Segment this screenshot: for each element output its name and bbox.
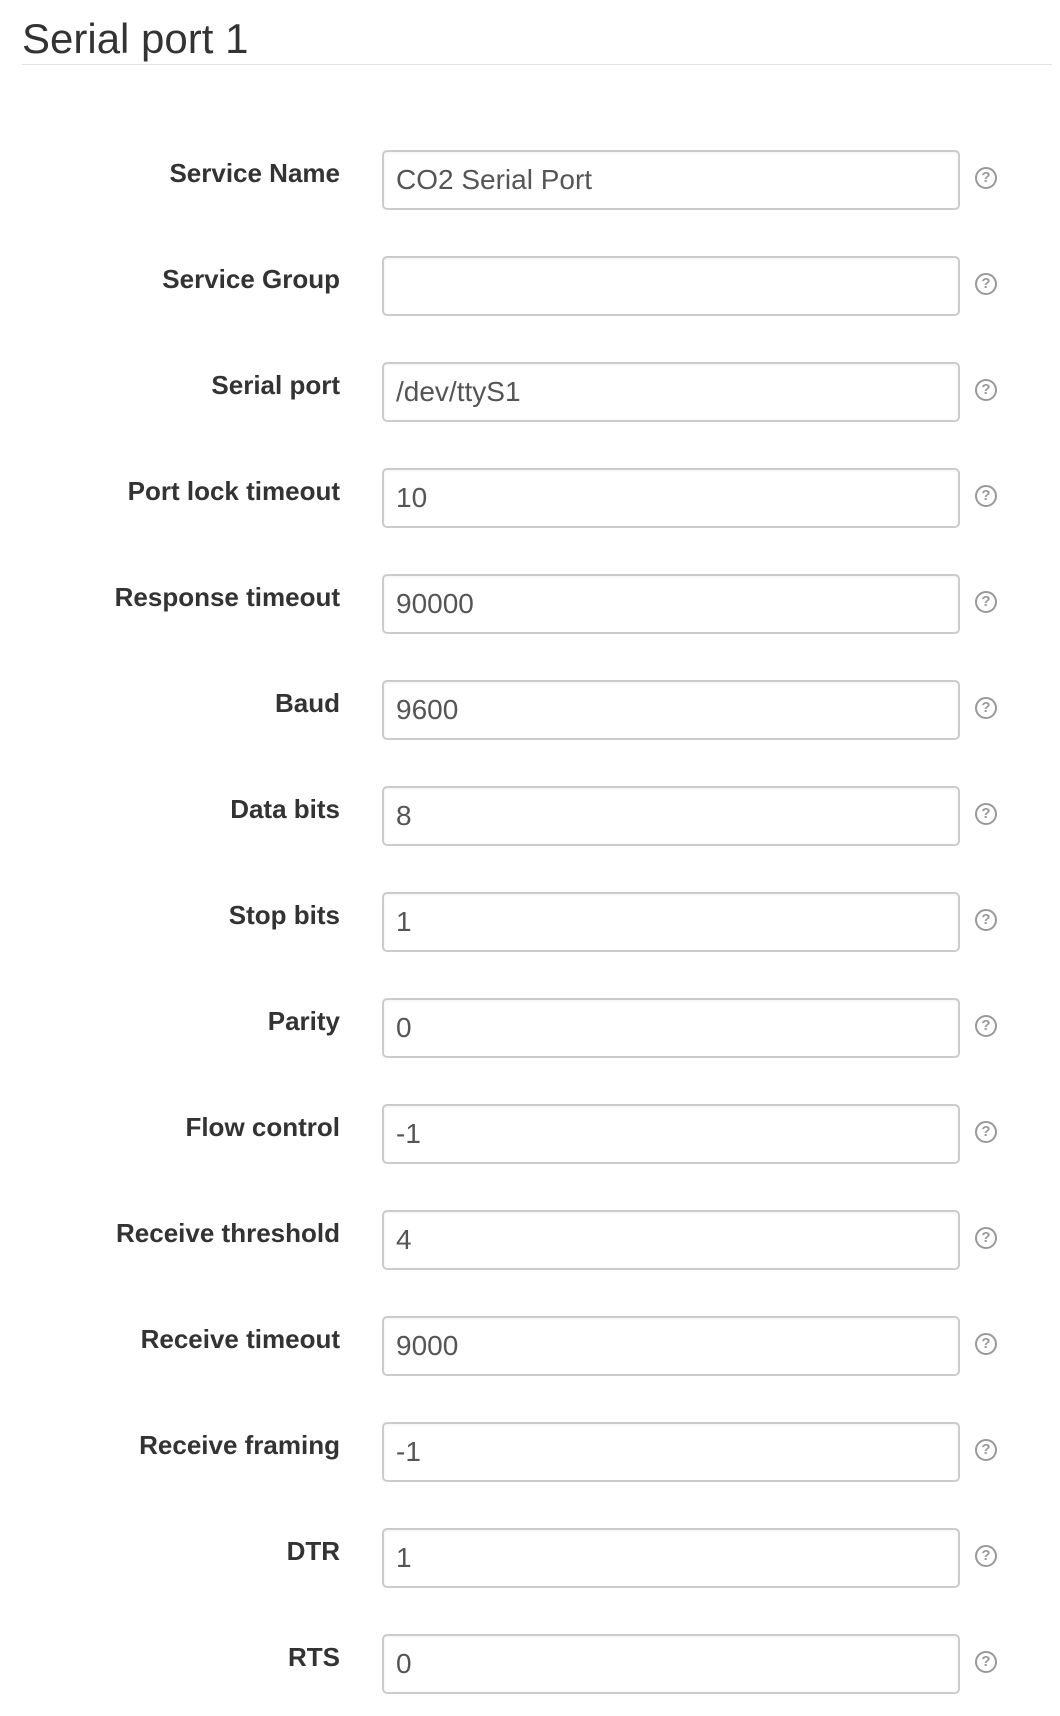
service-name-label: Service Name	[169, 158, 340, 188]
question-circle-icon[interactable]: ?	[975, 1545, 997, 1567]
question-circle-icon[interactable]: ?	[975, 591, 997, 613]
form-row-parity: Parity ?	[0, 998, 1060, 1058]
page-title: Serial port 1	[22, 15, 249, 62]
form-row-serial-port: Serial port ?	[0, 362, 1060, 422]
question-circle-icon[interactable]: ?	[975, 1651, 997, 1673]
question-circle-icon[interactable]: ?	[975, 1015, 997, 1037]
form-row-rts: RTS ?	[0, 1634, 1060, 1694]
stop-bits-label: Stop bits	[228, 900, 340, 930]
baud-input[interactable]	[382, 680, 960, 740]
form-row-stop-bits: Stop bits ?	[0, 892, 1060, 952]
form-row-port-lock-timeout: Port lock timeout ?	[0, 468, 1060, 528]
form-row-service-group: Service Group ?	[0, 256, 1060, 316]
question-circle-icon[interactable]: ?	[975, 909, 997, 931]
question-circle-icon[interactable]: ?	[975, 803, 997, 825]
serial-port-input[interactable]	[382, 362, 960, 422]
port-lock-timeout-label: Port lock timeout	[127, 476, 340, 506]
receive-framing-input[interactable]	[382, 1422, 960, 1482]
data-bits-input[interactable]	[382, 786, 960, 846]
flow-control-label: Flow control	[185, 1112, 340, 1142]
question-circle-icon[interactable]: ?	[975, 485, 997, 507]
question-circle-icon[interactable]: ?	[975, 1121, 997, 1143]
question-circle-icon[interactable]: ?	[975, 167, 997, 189]
question-circle-icon[interactable]: ?	[975, 697, 997, 719]
port-lock-timeout-input[interactable]	[382, 468, 960, 528]
parity-label: Parity	[267, 1006, 340, 1036]
question-circle-icon[interactable]: ?	[975, 1227, 997, 1249]
question-circle-icon[interactable]: ?	[975, 1439, 997, 1461]
form-row-baud: Baud ?	[0, 680, 1060, 740]
question-circle-icon[interactable]: ?	[975, 379, 997, 401]
form-row-service-name: Service Name ?	[0, 150, 1060, 210]
service-group-label: Service Group	[162, 264, 340, 294]
form-row-receive-framing: Receive framing ?	[0, 1422, 1060, 1482]
question-circle-icon[interactable]: ?	[975, 1333, 997, 1355]
response-timeout-label: Response timeout	[114, 582, 340, 612]
question-circle-icon[interactable]: ?	[975, 273, 997, 295]
form-row-flow-control: Flow control ?	[0, 1104, 1060, 1164]
rts-input[interactable]	[382, 1634, 960, 1694]
dtr-label: DTR	[286, 1536, 340, 1566]
rts-label: RTS	[288, 1642, 340, 1672]
form-row-receive-timeout: Receive timeout ?	[0, 1316, 1060, 1376]
serial-port-label: Serial port	[211, 370, 340, 400]
form-row-receive-threshold: Receive threshold ?	[0, 1210, 1060, 1270]
data-bits-label: Data bits	[230, 794, 340, 824]
service-name-input[interactable]	[382, 150, 960, 210]
flow-control-input[interactable]	[382, 1104, 960, 1164]
baud-label: Baud	[275, 688, 340, 718]
form-row-dtr: DTR ?	[0, 1528, 1060, 1588]
receive-threshold-input[interactable]	[382, 1210, 960, 1270]
form-row-data-bits: Data bits ?	[0, 786, 1060, 846]
receive-timeout-input[interactable]	[382, 1316, 960, 1376]
receive-timeout-label: Receive timeout	[140, 1324, 340, 1354]
stop-bits-input[interactable]	[382, 892, 960, 952]
dtr-input[interactable]	[382, 1528, 960, 1588]
response-timeout-input[interactable]	[382, 574, 960, 634]
service-group-input[interactable]	[382, 256, 960, 316]
parity-input[interactable]	[382, 998, 960, 1058]
receive-framing-label: Receive framing	[139, 1430, 340, 1460]
form-row-response-timeout: Response timeout ?	[0, 574, 1060, 634]
receive-threshold-label: Receive threshold	[116, 1218, 340, 1248]
section-header: Serial port 1	[22, 0, 1052, 65]
